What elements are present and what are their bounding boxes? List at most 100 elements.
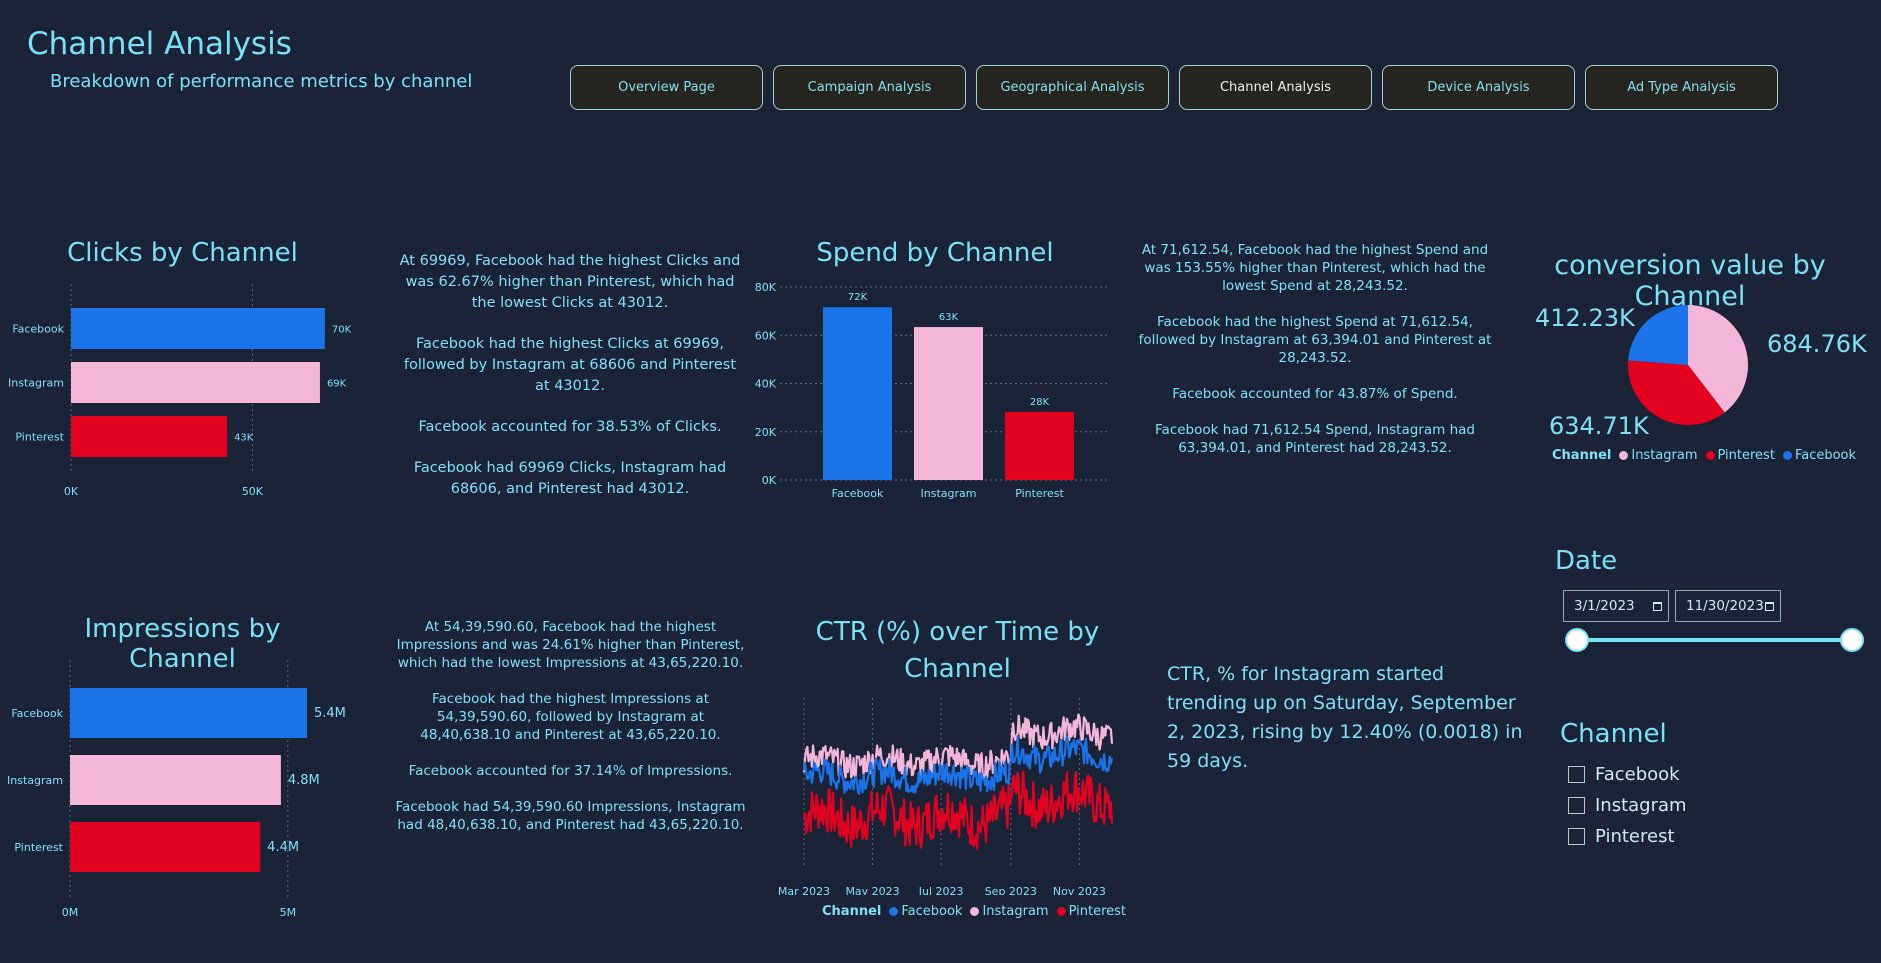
ctr-legend-label-instagram: Instagram: [982, 904, 1049, 919]
clicks-narrative-3: Facebook accounted for 38.53% of Clicks.: [418, 419, 722, 435]
clicks-data-label: 43K: [234, 433, 254, 444]
impressions-category-label: Pinterest: [14, 841, 63, 854]
spend-tick-label: 20K: [755, 426, 777, 439]
impressions-bar-instagram: [70, 755, 281, 805]
spend-category-label: Facebook: [832, 487, 884, 500]
clicks-data-label: 70K: [332, 325, 352, 336]
clicks-tick-label: 0K: [64, 485, 79, 498]
channel-option-instagram[interactable]: Instagram: [1568, 790, 1687, 821]
clicks-bar-facebook: [71, 308, 325, 349]
nav-geographical-button[interactable]: Geographical Analysis: [976, 65, 1169, 110]
impressions-tick-label: 5M: [280, 906, 297, 919]
facebook-checkbox[interactable]: [1568, 766, 1585, 783]
date-end-value: 11/30/2023: [1686, 598, 1764, 614]
ctr-tick-label: Nov 2023: [1053, 885, 1106, 895]
channel-slicer-list: Facebook Instagram Pinterest: [1568, 759, 1687, 852]
legend-label-pinterest: Pinterest: [1717, 448, 1775, 463]
impressions-narrative-4: Facebook had 54,39,590.60 Impressions, I…: [395, 799, 746, 833]
calendar-icon[interactable]: [1653, 601, 1662, 611]
impressions-data-label: 4.4M: [267, 840, 299, 855]
clicks-tick-label: 50K: [242, 485, 264, 498]
channel-option-facebook[interactable]: Facebook: [1568, 759, 1687, 790]
nav-bar: Overview Page Campaign Analysis Geograph…: [570, 65, 1778, 110]
ctr-legend-label-facebook: Facebook: [901, 904, 963, 919]
channel-option-pinterest[interactable]: Pinterest: [1568, 821, 1687, 852]
nav-campaign-button[interactable]: Campaign Analysis: [773, 65, 966, 110]
date-end-input[interactable]: 11/30/2023: [1675, 590, 1781, 622]
ctr-tick-label: Sep 2023: [985, 885, 1037, 895]
channel-option-instagram-label: Instagram: [1595, 795, 1687, 816]
instagram-checkbox[interactable]: [1568, 797, 1585, 814]
spend-tick-label: 40K: [755, 378, 777, 391]
nav-device-button[interactable]: Device Analysis: [1382, 65, 1575, 110]
conversion-pie-chart: 684.76K 634.71K 412.23K: [1535, 304, 1868, 440]
impressions-data-label: 4.8M: [288, 773, 320, 788]
impressions-narrative-2: Facebook had the highest Impressions at …: [420, 691, 721, 743]
clicks-narrative-1: At 69969, Facebook had the highest Click…: [399, 253, 741, 311]
clicks-narrative-2: Facebook had the highest Clicks at 69969…: [403, 336, 737, 394]
pie-data-label: 412.23K: [1535, 304, 1636, 332]
impressions-narrative: At 54,39,590.60, Facebook had the highes…: [393, 618, 748, 852]
spend-data-label: 28K: [1030, 397, 1050, 408]
ctr-legend-item-facebook: Facebook: [889, 904, 962, 919]
ctr-tick-label: May 2023: [845, 885, 899, 895]
clicks-narrative-4: Facebook had 69969 Clicks, Instagram had…: [413, 460, 727, 497]
pie-data-label: 684.76K: [1767, 330, 1868, 358]
legend-item-instagram: Instagram: [1619, 448, 1698, 463]
impressions-bar-chart: 0M 5M Facebook 5.4M Instagram 4.8M Pinterest 4.…: [7, 660, 346, 919]
date-range-end-handle[interactable]: [1840, 628, 1864, 652]
ctr-chart-title: CTR (%) over Time by Channel: [815, 617, 1100, 684]
conversion-legend-title: Channel: [1552, 448, 1612, 463]
page-subtitle: Breakdown of performance metrics by chan…: [50, 71, 473, 92]
date-range-start-handle[interactable]: [1565, 628, 1589, 652]
spend-bar-instagram: [914, 327, 983, 480]
legend-label-instagram: Instagram: [1631, 448, 1698, 463]
spend-category-label: Instagram: [921, 487, 977, 500]
spend-chart-title: Spend by Channel: [816, 238, 1054, 268]
pinterest-dot-icon: [1056, 907, 1066, 916]
clicks-chart-title: Clicks by Channel: [67, 238, 298, 268]
instagram-dot-icon: [970, 907, 980, 916]
impressions-category-label: Facebook: [11, 707, 63, 720]
channel-slicer-title: Channel: [1560, 719, 1667, 749]
legend-label-facebook: Facebook: [1794, 448, 1857, 463]
legend-item-facebook: Facebook: [1782, 448, 1857, 463]
facebook-dot-icon: [889, 907, 899, 916]
channel-option-facebook-label: Facebook: [1595, 764, 1680, 785]
clicks-bar-chart: 0K 50K Facebook 70K Instagram 69K Pinterest 43K: [8, 284, 352, 498]
spend-tick-label: 60K: [755, 329, 777, 342]
clicks-category-label: Instagram: [8, 377, 64, 390]
spend-data-label: 72K: [848, 292, 868, 303]
channel-option-pinterest-label: Pinterest: [1595, 826, 1675, 847]
calendar-icon[interactable]: [1765, 601, 1774, 611]
date-slicer-title: Date: [1555, 546, 1618, 576]
spend-narrative-2: Facebook had the highest Spend at 71,612…: [1138, 314, 1492, 366]
spend-tick-label: 0K: [762, 474, 777, 487]
ctr-insight-text: CTR, % for Instagram started trending up…: [1167, 663, 1523, 772]
pinterest-checkbox[interactable]: [1568, 828, 1585, 845]
ctr-tick-label: Jul 2023: [918, 885, 964, 895]
impressions-data-label: 5.4M: [314, 706, 346, 721]
clicks-category-label: Pinterest: [15, 431, 64, 444]
nav-adtype-button[interactable]: Ad Type Analysis: [1585, 65, 1778, 110]
clicks-bar-pinterest: [71, 416, 228, 457]
impressions-narrative-1: At 54,39,590.60, Facebook had the highes…: [396, 619, 745, 671]
spend-bar-facebook: [823, 307, 892, 480]
date-start-input[interactable]: 3/1/2023: [1563, 590, 1669, 622]
ctr-legend-label-pinterest: Pinterest: [1068, 904, 1127, 919]
clicks-category-label: Facebook: [12, 323, 64, 336]
clicks-data-label: 69K: [327, 379, 347, 390]
nav-channel-button[interactable]: Channel Analysis: [1179, 65, 1372, 110]
ctr-legend-item-pinterest: Pinterest: [1056, 904, 1127, 919]
ctr-tick-label: Mar 2023: [778, 885, 830, 895]
facebook-dot-icon: [1782, 451, 1792, 460]
instagram-dot-icon: [1619, 451, 1629, 460]
pinterest-dot-icon: [1705, 451, 1715, 460]
nav-overview-button[interactable]: Overview Page: [570, 65, 763, 110]
page-title: Channel Analysis: [27, 26, 292, 62]
clicks-bar-instagram: [71, 362, 320, 403]
date-range-track[interactable]: [1578, 638, 1850, 642]
legend-item-pinterest: Pinterest: [1705, 448, 1775, 463]
impressions-bar-pinterest: [70, 822, 261, 872]
impressions-tick-label: 0M: [62, 906, 79, 919]
